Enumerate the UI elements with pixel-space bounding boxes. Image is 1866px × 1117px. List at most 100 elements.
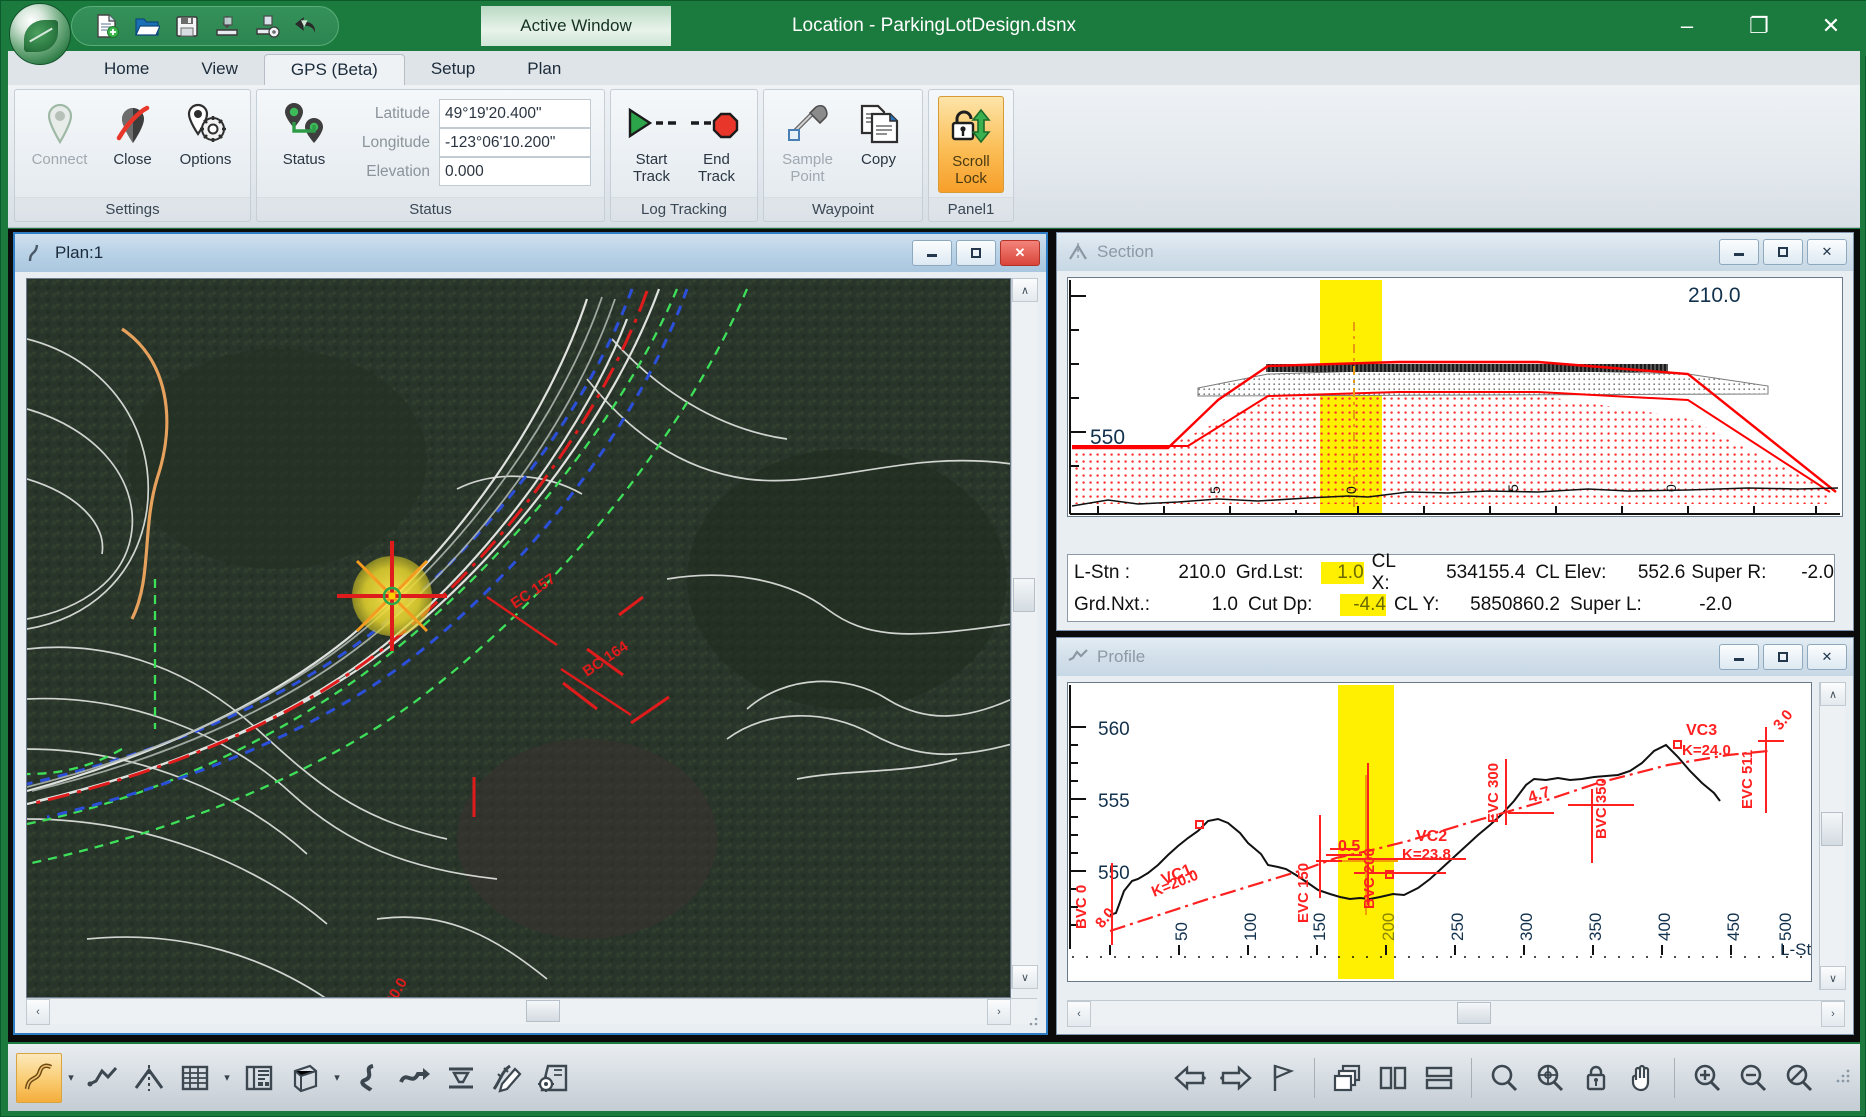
section-minimize-button[interactable] [1719, 239, 1759, 265]
plan-scroll-up-button[interactable]: ∧ [1012, 278, 1038, 302]
plan-window-titlebar[interactable]: Plan:1 ✕ [15, 234, 1046, 272]
window-close-button[interactable]: ✕ [1795, 1, 1866, 51]
window-minimize-button[interactable]: – [1651, 1, 1723, 51]
status-button[interactable]: Status [265, 96, 343, 168]
open-folder-icon[interactable] [132, 11, 162, 41]
zoom-center-icon[interactable] [1527, 1053, 1573, 1103]
alignment-dropdown-caret[interactable]: ▾ [62, 1053, 80, 1103]
plan-minimize-button[interactable] [912, 240, 952, 266]
plan-horizontal-scrollbar[interactable]: ‹ › [26, 998, 1037, 1025]
transition-arrow-icon[interactable] [392, 1053, 438, 1103]
profile-vertical-scrollbar[interactable]: ∧ ∨ [1819, 682, 1846, 990]
plan-scroll-right-button[interactable]: › [987, 999, 1011, 1025]
profile-close-button[interactable]: ✕ [1807, 644, 1847, 670]
plan-map-canvas[interactable]: EC 157 BC 164 R=100.0 [26, 278, 1011, 998]
cross-section-tool-icon[interactable] [126, 1053, 172, 1103]
cascade-windows-icon[interactable] [1324, 1053, 1370, 1103]
profile-horizontal-scroll-thumb[interactable] [1457, 1002, 1491, 1024]
profile-vertical-scroll-thumb[interactable] [1821, 812, 1843, 846]
new-document-icon[interactable] [92, 11, 122, 41]
profile-scroll-down-button[interactable]: ∨ [1820, 966, 1846, 990]
options-button[interactable]: Options [169, 96, 242, 168]
tile-horizontal-icon[interactable] [1416, 1053, 1462, 1103]
profile-xtick-500: 500 [1776, 913, 1795, 941]
longitude-field[interactable] [439, 128, 591, 157]
section-window-titlebar[interactable]: Section ✕ [1057, 233, 1853, 271]
table-grid-icon[interactable] [172, 1053, 218, 1103]
plan-vertical-scrollbar[interactable]: ∧ ∨ [1011, 278, 1038, 989]
report-panel-icon[interactable] [236, 1053, 282, 1103]
prev-arrow-icon[interactable] [1167, 1053, 1213, 1103]
profile-scroll-up-button[interactable]: ∧ [1820, 682, 1846, 706]
active-window-tab[interactable]: Active Window [481, 6, 671, 46]
start-track-button[interactable]: Start Track [619, 96, 684, 186]
end-track-button[interactable]: End Track [684, 96, 749, 186]
plan-scroll-down-button[interactable]: ∨ [1012, 965, 1038, 989]
profile-scroll-right-button[interactable]: › [1821, 1001, 1845, 1027]
zoom-lock-icon[interactable] [1573, 1053, 1619, 1103]
alignment-tool-icon[interactable] [16, 1052, 62, 1103]
plan-scroll-left-button[interactable]: ‹ [26, 999, 50, 1025]
plan-horizontal-scroll-thumb[interactable] [526, 1000, 560, 1022]
pin-disconnect-icon [113, 100, 153, 148]
next-arrow-icon[interactable] [1213, 1053, 1259, 1103]
grdnxt-value: 1.0 [1211, 594, 1238, 615]
curve-s-icon[interactable] [346, 1053, 392, 1103]
section-restore-button[interactable] [1763, 239, 1803, 265]
plan-restore-button[interactable] [956, 240, 996, 266]
profile-xtick-350: 350 [1586, 913, 1605, 941]
tab-plan[interactable]: Plan [501, 53, 587, 85]
zoom-extents-icon[interactable] [1776, 1053, 1822, 1103]
ribbon-group-status: Status Latitude Longitude Elevation [256, 89, 605, 222]
profile-window: Profile ✕ 560 555 550 50 100 150 200 250… [1056, 637, 1854, 1035]
profile-scroll-left-button[interactable]: ‹ [1067, 1001, 1091, 1027]
superl-key: Super L: [1570, 594, 1642, 615]
profile-xaxis-label: L-Stn [1780, 940, 1811, 959]
zoom-out-icon[interactable] [1730, 1053, 1776, 1103]
pan-hand-icon[interactable] [1619, 1053, 1665, 1103]
application-logo-orb[interactable] [9, 3, 71, 65]
connect-button[interactable]: Connect [23, 96, 96, 168]
profile-tool-icon[interactable] [80, 1053, 126, 1103]
plan-vertical-scroll-thumb[interactable] [1013, 578, 1035, 612]
copy-button[interactable]: Copy [843, 96, 914, 168]
zoom-window-icon[interactable] [1481, 1053, 1527, 1103]
design-settings-icon[interactable] [530, 1053, 576, 1103]
save-disk-icon[interactable] [172, 11, 202, 41]
plan-resize-grip[interactable] [1026, 1015, 1040, 1029]
close-button[interactable]: Close [96, 96, 169, 168]
3d-dropdown-caret[interactable]: ▾ [328, 1053, 346, 1103]
superr-value: -2.0 [1801, 562, 1834, 583]
tab-home[interactable]: Home [78, 53, 175, 85]
profile-restore-button[interactable] [1763, 644, 1803, 670]
3d-cube-icon[interactable] [282, 1053, 328, 1103]
plan-close-button[interactable]: ✕ [1000, 240, 1040, 266]
table-dropdown-caret[interactable]: ▾ [218, 1053, 236, 1103]
tab-view[interactable]: View [175, 53, 264, 85]
bottom-toolbar: ▾ ▾ ▾ [8, 1044, 1860, 1111]
profile-line-icon [1068, 649, 1088, 661]
tile-vertical-icon[interactable] [1370, 1053, 1416, 1103]
profile-chart[interactable]: 560 555 550 50 100 150 200 250 300 350 4… [1067, 682, 1812, 982]
elevation-field[interactable] [439, 157, 591, 186]
tab-gps-beta[interactable]: GPS (Beta) [263, 54, 405, 86]
import-icon[interactable] [212, 11, 242, 41]
edit-alignment-icon[interactable] [484, 1053, 530, 1103]
tab-setup[interactable]: Setup [405, 53, 501, 85]
latitude-field[interactable] [439, 99, 591, 128]
sample-point-button[interactable]: Sample Point [772, 96, 843, 186]
section-close-button[interactable]: ✕ [1807, 239, 1847, 265]
profile-horizontal-scrollbar[interactable]: ‹ › [1067, 1000, 1845, 1027]
window-maximize-button[interactable]: ❐ [1723, 1, 1795, 51]
section-chart[interactable]: 210.0 550 5 0 5 0 [1067, 277, 1843, 517]
flag-icon[interactable] [1259, 1053, 1305, 1103]
superelevation-icon[interactable] [438, 1053, 484, 1103]
window-resize-grip[interactable] [1836, 1067, 1852, 1088]
profile-minimize-button[interactable] [1719, 644, 1759, 670]
profile-window-titlebar[interactable]: Profile ✕ [1057, 638, 1853, 676]
scroll-lock-button[interactable]: Scroll Lock [938, 96, 1004, 193]
grdnxt-key: Grd.Nxt.: [1074, 594, 1151, 615]
export-settings-icon[interactable] [252, 11, 282, 41]
qat-overflow-caret[interactable]: ▾ [301, 15, 308, 31]
zoom-in-icon[interactable] [1684, 1053, 1730, 1103]
